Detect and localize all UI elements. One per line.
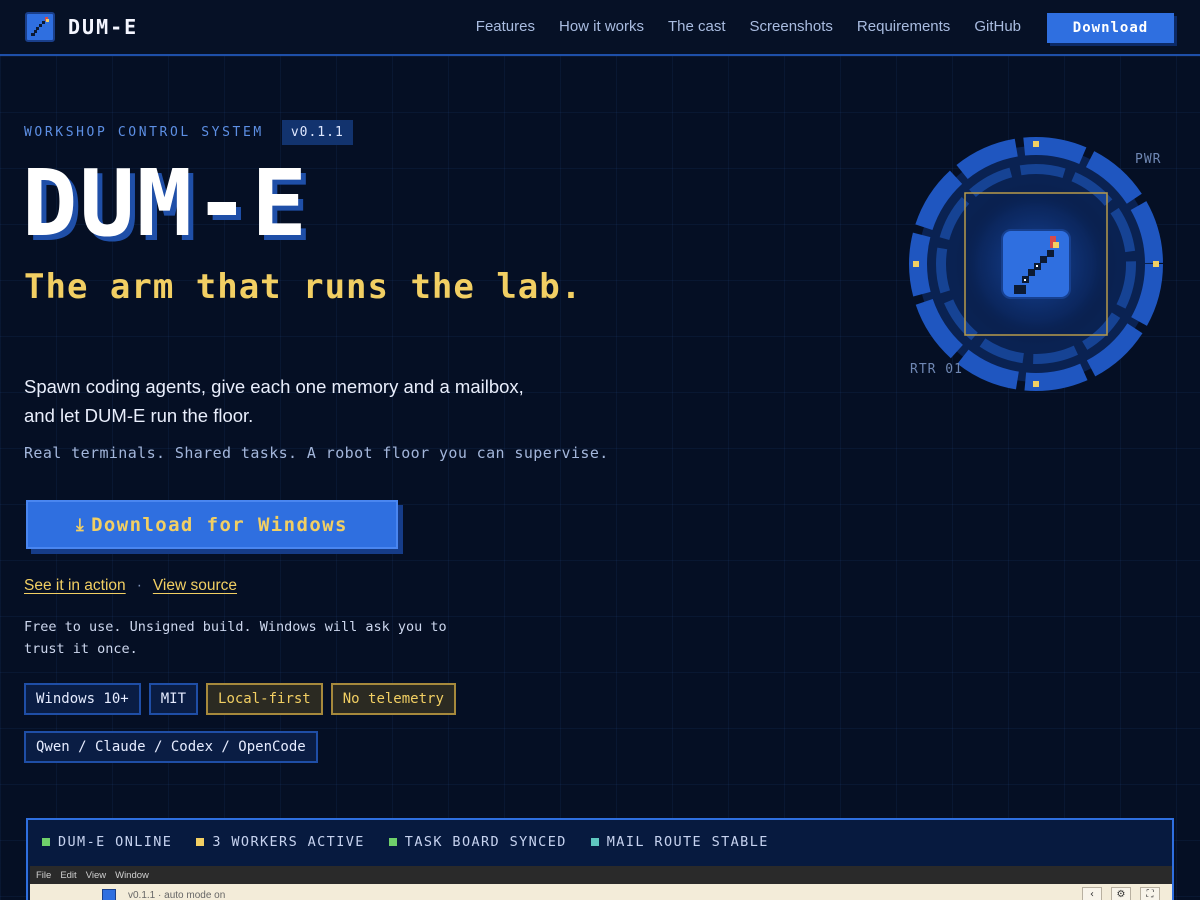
hero-lead: Spawn coding agents, give each one memor… xyxy=(24,372,564,430)
fullscreen-icon: ⛶ xyxy=(1140,887,1160,900)
dial-graphic xyxy=(909,137,1163,391)
see-it-in-action-link[interactable]: See it in action xyxy=(24,577,126,595)
download-icon: ⤓ xyxy=(76,514,86,535)
menu-file: File xyxy=(36,869,52,881)
status-panel: DUM-E ONLINE 3 WORKERS ACTIVE TASK BOARD… xyxy=(26,818,1174,900)
badge-list: Windows 10+ MIT Local-first No telemetry… xyxy=(24,683,504,763)
app-screenshot: File Edit View Window v0.1.1 · auto mode… xyxy=(30,866,1172,900)
badge-license: MIT xyxy=(148,683,199,715)
brand[interactable]: DUM-E xyxy=(25,12,138,42)
download-windows-label: Download for Windows xyxy=(91,513,348,536)
view-source-link[interactable]: View source xyxy=(153,577,237,595)
back-icon: ‹ xyxy=(1082,887,1102,900)
dial-label-pwr: PWR xyxy=(1135,152,1162,167)
menu-view: View xyxy=(85,869,107,881)
menu-window: Window xyxy=(115,869,149,881)
screenshot-title: v0.1.1 · auto mode on xyxy=(128,890,226,900)
status-label: MAIL ROUTE STABLE xyxy=(606,834,769,850)
status-dot xyxy=(196,838,205,846)
nav-links: Features How it works The cast Screensho… xyxy=(452,18,1021,35)
hero-tagline: Real terminals. Shared tasks. A robot fl… xyxy=(24,444,609,462)
screenshot-titlebar: v0.1.1 · auto mode on ‹ ⚙ ⛶ xyxy=(30,884,1172,900)
top-nav: DUM-E Features How it works The cast Scr… xyxy=(0,0,1200,56)
status-dot xyxy=(590,838,599,846)
status-dot xyxy=(388,838,397,846)
badge-agents: Qwen / Claude / Codex / OpenCode xyxy=(24,731,318,763)
badge-local-first: Local-first xyxy=(206,683,323,715)
eyebrow: WORKSHOP CONTROL SYSTEM v0.1.1 xyxy=(24,120,353,145)
status-online: DUM-E ONLINE xyxy=(42,834,172,850)
dial-label-rtr: RTR 01 xyxy=(910,362,963,377)
secondary-links: See it in action · View source xyxy=(24,577,237,595)
menu-edit: Edit xyxy=(60,869,77,881)
version-badge: v0.1.1 xyxy=(281,120,353,145)
nav-link-the-cast[interactable]: The cast xyxy=(668,18,726,35)
status-label: DUM-E ONLINE xyxy=(58,834,173,850)
nav-link-features[interactable]: Features xyxy=(476,18,535,35)
nav-link-how-it-works[interactable]: How it works xyxy=(559,18,644,35)
nav-link-github[interactable]: GitHub xyxy=(974,18,1021,35)
robot-arm-icon xyxy=(25,12,55,42)
link-separator: · xyxy=(136,577,142,594)
status-mail-route: MAIL ROUTE STABLE xyxy=(590,834,769,850)
hero-lead-line-2: and let DUM-E run the floor. xyxy=(24,405,254,426)
brand-name: DUM-E xyxy=(68,15,139,39)
badge-windows: Windows 10+ xyxy=(24,683,141,715)
badge-no-telemetry: No telemetry xyxy=(330,683,456,715)
hero-subtitle: The arm that runs the lab. xyxy=(24,267,583,307)
download-windows-button[interactable]: ⤓ Download for Windows xyxy=(26,500,398,549)
screenshot-menubar: File Edit View Window xyxy=(30,866,1172,884)
status-task-board: TASK BOARD SYNCED xyxy=(388,834,567,850)
nav-download-button[interactable]: Download xyxy=(1047,13,1174,43)
hero-title: DUM-E xyxy=(22,150,309,257)
app-icon xyxy=(102,889,116,900)
install-note: Free to use. Unsigned build. Windows wil… xyxy=(24,619,447,657)
status-row: DUM-E ONLINE 3 WORKERS ACTIVE TASK BOARD… xyxy=(42,834,793,850)
status-dial: PWR RTR 01 xyxy=(900,130,1170,400)
status-label: 3 WORKERS ACTIVE xyxy=(212,834,365,850)
gear-icon: ⚙ xyxy=(1111,887,1131,900)
eyebrow-text: WORKSHOP CONTROL SYSTEM xyxy=(24,125,264,140)
status-label: TASK BOARD SYNCED xyxy=(404,834,567,850)
status-workers: 3 WORKERS ACTIVE xyxy=(196,834,364,850)
status-dot xyxy=(42,838,50,846)
nav-link-requirements[interactable]: Requirements xyxy=(857,18,950,35)
hero-lead-line-1: Spawn coding agents, give each one memor… xyxy=(24,376,524,397)
nav-link-screenshots[interactable]: Screenshots xyxy=(750,18,833,35)
